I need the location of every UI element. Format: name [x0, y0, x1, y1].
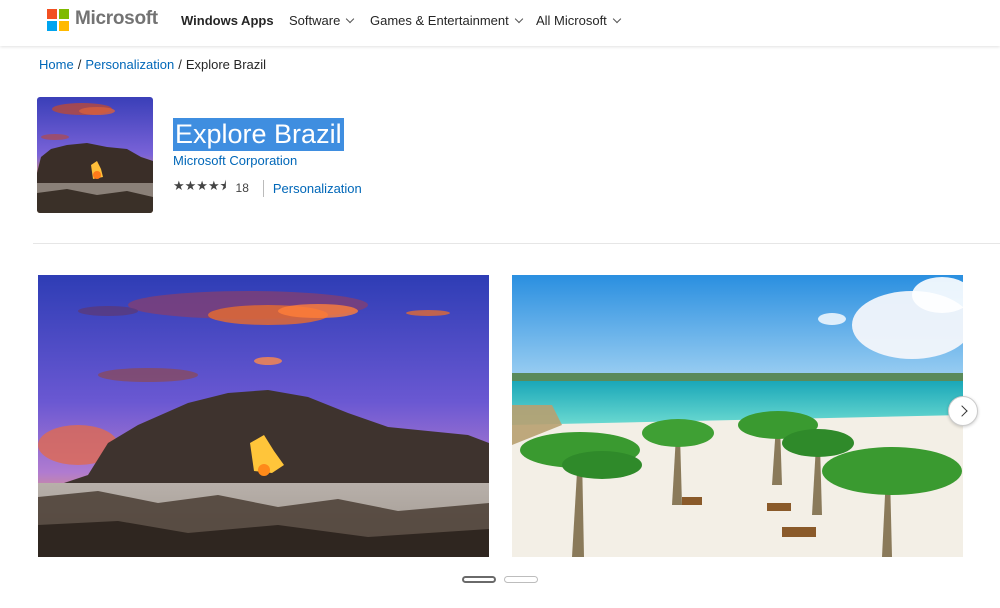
nav-windows-apps[interactable]: Windows Apps: [181, 13, 274, 28]
section-divider: [33, 243, 1000, 244]
rating-count[interactable]: 18: [236, 181, 249, 195]
divider: [262, 179, 264, 197]
chevron-down-icon: [514, 14, 523, 24]
breadcrumb: Home / Personalization / Explore Brazil: [39, 57, 266, 72]
breadcrumb-home-link[interactable]: Home: [39, 57, 74, 72]
top-navigation-bar: Microsoft Windows Apps Software Games & …: [0, 0, 1000, 46]
carousel-dot-1[interactable]: [462, 576, 496, 583]
screenshot-1[interactable]: [38, 275, 489, 557]
chevron-right-icon: [955, 405, 968, 417]
breadcrumb-category-link[interactable]: Personalization: [85, 57, 174, 72]
app-icon: [37, 97, 153, 213]
nav-software-label: Software: [289, 13, 341, 28]
screenshot-2[interactable]: [512, 275, 963, 557]
category-link[interactable]: Personalization: [273, 181, 362, 196]
nav-all-microsoft-label: All Microsoft: [536, 13, 607, 28]
publisher-link[interactable]: Microsoft Corporation: [173, 153, 297, 168]
carousel-dot-2[interactable]: [504, 576, 538, 583]
nav-games-entertainment[interactable]: Games & Entertainment: [370, 13, 523, 28]
breadcrumb-separator: /: [178, 57, 182, 72]
nav-software[interactable]: Software: [289, 13, 355, 28]
carousel-pagination: [462, 576, 538, 583]
carousel-next-button[interactable]: [948, 396, 978, 426]
star-rating-icon: ★★★★⯨: [173, 178, 227, 193]
app-title: Explore Brazil: [173, 118, 344, 151]
chevron-down-icon: [346, 14, 355, 24]
nav-windows-apps-label: Windows Apps: [181, 13, 274, 28]
microsoft-brand-text[interactable]: Microsoft: [75, 8, 158, 30]
breadcrumb-separator: /: [77, 57, 82, 72]
nav-all-microsoft[interactable]: All Microsoft: [536, 13, 622, 28]
rating-row: ★★★★⯨ 18 Personalization: [173, 177, 362, 199]
nav-games-label: Games & Entertainment: [370, 13, 509, 28]
breadcrumb-current: Explore Brazil: [185, 57, 267, 72]
microsoft-logo-icon[interactable]: [47, 9, 69, 31]
chevron-down-icon: [612, 14, 622, 24]
